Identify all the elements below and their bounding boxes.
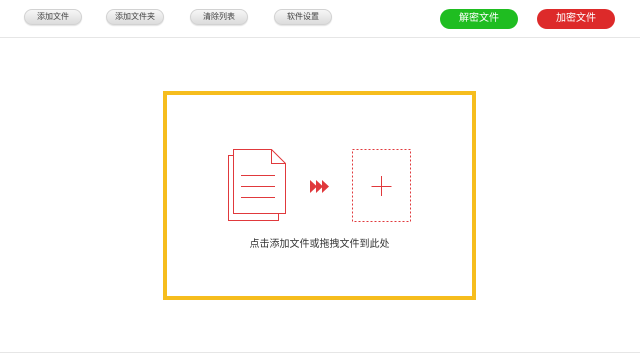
app-window: 添加文件 添加文件夹 清除列表 软件设置 解密文件 加密文件 点击添加文件或拖拽…: [0, 0, 640, 354]
settings-button[interactable]: 软件设置: [274, 9, 332, 25]
arrows-right-icon: [310, 180, 329, 193]
bottom-divider: [0, 352, 640, 353]
file-drop-zone[interactable]: 点击添加文件或拖拽文件到此处: [163, 91, 476, 300]
toolbar: 添加文件 添加文件夹 清除列表 软件设置 解密文件 加密文件: [0, 0, 640, 38]
decrypt-file-button[interactable]: 解密文件: [440, 9, 518, 29]
encrypt-file-button[interactable]: 加密文件: [537, 9, 615, 29]
drop-zone-hint: 点击添加文件或拖拽文件到此处: [249, 239, 390, 250]
documents-icon: [228, 149, 286, 221]
add-plus-icon: [352, 149, 411, 222]
add-folder-button[interactable]: 添加文件夹: [106, 9, 164, 25]
add-file-button[interactable]: 添加文件: [24, 9, 82, 25]
clear-list-button[interactable]: 清除列表: [190, 9, 248, 25]
drop-zone-illustration: [228, 149, 411, 222]
